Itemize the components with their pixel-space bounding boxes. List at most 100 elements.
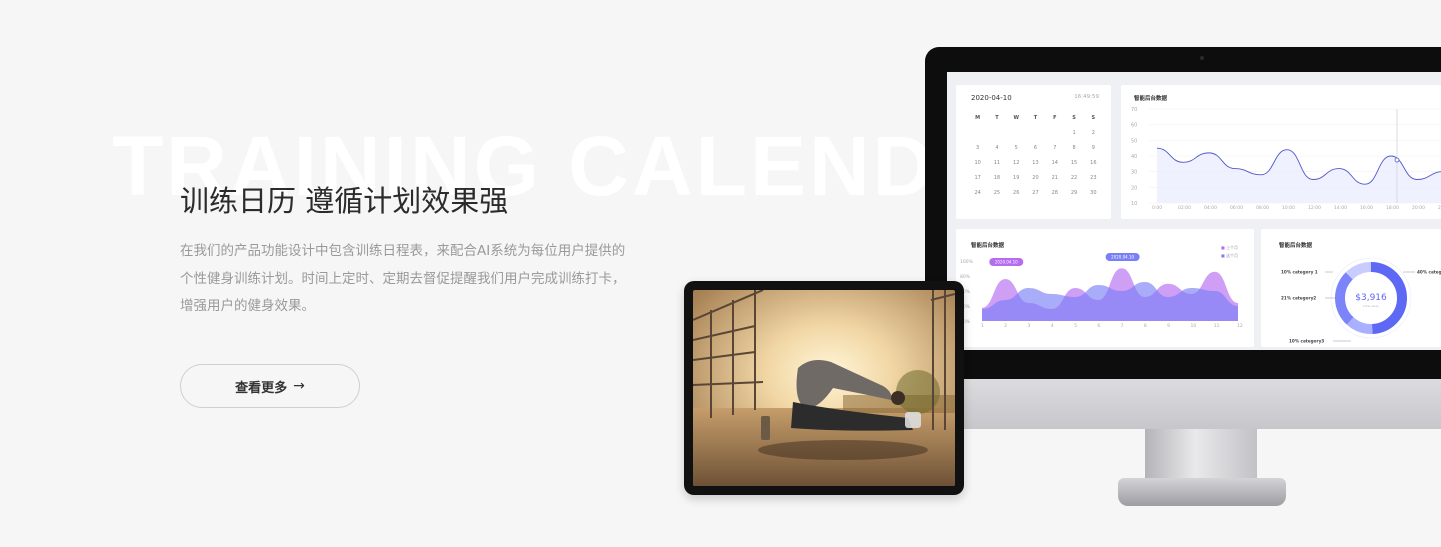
x-tick-label: 08:00: [1256, 205, 1269, 211]
area-chart: 100%80%60%40%20%1 2 3 4 5 6 7 8 9 10 11 122020.04.1…: [960, 253, 1243, 329]
weekday-header: S: [1072, 115, 1076, 121]
donut-center-value: $3,916: [1355, 293, 1387, 303]
calendar-day: [1045, 130, 1064, 136]
x-tick-label: 5: [1074, 323, 1077, 329]
calendar-day[interactable]: 30: [1084, 190, 1103, 196]
calendar-day[interactable]: 19: [1007, 175, 1026, 181]
weekday-header: S: [1091, 115, 1096, 121]
page-title: 训练日历 遵循计划效果强: [180, 184, 509, 218]
monitor-neck: [1145, 429, 1257, 481]
calendar-day[interactable]: 2: [1084, 130, 1103, 136]
area-tooltip-label: 2020.04.10: [1111, 255, 1134, 260]
calendar-time: 16:49:59: [1074, 94, 1099, 100]
calendar-day[interactable]: 14: [1045, 160, 1064, 166]
y-tick-label: 40: [1131, 154, 1137, 160]
x-tick-label: 2: [1004, 323, 1007, 329]
x-tick-label: 18:00: [1386, 205, 1399, 211]
x-tick-label: 06:00: [1230, 205, 1243, 211]
x-tick-label: 12: [1237, 323, 1243, 329]
calendar-day[interactable]: 26: [1007, 190, 1026, 196]
monitor: 2020-04-10 16:49:59 M T W T F S S 1 2 3 4 5 6 7 8 9 10 11…: [925, 47, 1441, 379]
calendar-day[interactable]: 27: [1026, 190, 1045, 196]
x-tick-label: 11: [1214, 323, 1220, 329]
calendar-day[interactable]: 29: [1064, 190, 1083, 196]
x-tick-label: 3: [1028, 323, 1031, 329]
calendar-day[interactable]: 11: [987, 160, 1006, 166]
x-tick-label: 6: [1097, 323, 1100, 329]
calendar-day[interactable]: 1: [1064, 130, 1083, 136]
area-chart-card: 智能后台数据 ■ 上个月 ■ 这个月 100% 80% 60% 40% 20% 1 2 3 4 5…: [956, 229, 1254, 347]
calendar-day[interactable]: 22: [1064, 175, 1083, 181]
y-tick-label: 100%: [960, 259, 974, 265]
calendar-day[interactable]: 5: [1007, 145, 1026, 151]
calendar-day[interactable]: 20: [1026, 175, 1045, 181]
line-chart-card: 智能后台数据 10 20 30 40 50 60 70 0:00 02:00 04:00 06:00…: [1121, 85, 1441, 219]
donut-slice: [1345, 262, 1372, 280]
monitor-chin: [925, 379, 1441, 429]
tablet: [684, 281, 964, 495]
hover-point: [1394, 157, 1400, 163]
area-tooltip-label: 2020.04.10: [995, 260, 1018, 265]
calendar-day[interactable]: 8: [1064, 145, 1083, 151]
line-area-fill: [1157, 148, 1441, 203]
dashboard-screen: 2020-04-10 16:49:59 M T W T F S S 1 2 3 4 5 6 7 8 9 10 11…: [947, 72, 1441, 350]
donut-slice: [1335, 272, 1354, 325]
calendar-day[interactable]: 18: [987, 175, 1006, 181]
x-tick-label: 10: [1190, 323, 1196, 329]
calendar-day[interactable]: 3: [968, 145, 987, 151]
x-tick-label: 7: [1121, 323, 1124, 329]
calendar-day: [1026, 130, 1045, 136]
weekday-header: M: [975, 115, 981, 121]
x-tick-label: 14:00: [1334, 205, 1347, 211]
stretching-photo: [693, 290, 955, 486]
calendar-day[interactable]: 4: [987, 145, 1006, 151]
calendar-day[interactable]: 13: [1026, 160, 1045, 166]
arrow-right-icon: →: [293, 378, 305, 394]
weekday-header: T: [995, 115, 999, 121]
donut-label: 10% category3: [1289, 339, 1324, 344]
calendar-day: [968, 130, 987, 136]
y-tick-label: 20: [1131, 185, 1137, 191]
calendar-day: [987, 130, 1006, 136]
x-tick-label: 10:00: [1282, 205, 1295, 211]
calendar-day[interactable]: 28: [1045, 190, 1064, 196]
donut-center-sub: total sales: [1363, 304, 1379, 308]
donut-chart-card: 智能后台数据 $3,916 total sales 10% category 1 21…: [1261, 229, 1441, 347]
weekday-header: T: [1033, 115, 1038, 121]
calendar-day[interactable]: 12: [1007, 160, 1026, 166]
calendar-day[interactable]: 15: [1064, 160, 1083, 166]
donut-label: 21% category2: [1281, 296, 1316, 301]
x-tick-label: 12:00: [1308, 205, 1321, 211]
calendar-card: 2020-04-10 16:49:59 M T W T F S S 1 2 3 4 5 6 7 8 9 10 11…: [956, 85, 1111, 219]
view-more-label: 查看更多: [235, 380, 288, 396]
weekday-header: W: [1013, 115, 1019, 121]
calendar-day[interactable]: 17: [968, 175, 987, 181]
weekday-header: F: [1053, 115, 1057, 121]
camera-dot: [1200, 56, 1204, 60]
calendar-day[interactable]: 25: [987, 190, 1006, 196]
x-tick-label: 20:00: [1412, 205, 1425, 211]
calendar-day[interactable]: 23: [1084, 175, 1103, 181]
donut-label: 40% category: [1417, 270, 1441, 275]
y-tick-label: 50: [1131, 138, 1137, 144]
calendar-date: 2020-04-10: [971, 94, 1012, 102]
view-more-button[interactable]: 查看更多 →: [180, 364, 360, 408]
calendar-day[interactable]: 6: [1026, 145, 1045, 151]
monitor-foot: [1118, 478, 1286, 506]
donut-chart: $3,916total sales 10% category 1 21% categ…: [1281, 257, 1441, 344]
calendar-day[interactable]: 21: [1045, 175, 1064, 181]
x-tick-label: 0:00: [1152, 205, 1162, 211]
calendar-day[interactable]: 7: [1045, 145, 1064, 151]
calendar-day: [1007, 130, 1026, 136]
calendar-day[interactable]: 24: [968, 190, 987, 196]
calendar-day[interactable]: 16: [1084, 160, 1103, 166]
x-tick-label: 1: [981, 323, 984, 329]
calendar-day[interactable]: 10: [968, 160, 987, 166]
x-tick-label: 04:00: [1204, 205, 1217, 211]
description-text: 在我们的产品功能设计中包含训练日程表，来配合AI系统为每位用户提供的个性健身训练…: [180, 243, 626, 314]
y-tick-label: 60: [1131, 123, 1137, 129]
y-tick-label: 30: [1131, 170, 1137, 176]
calendar-day[interactable]: 9: [1084, 145, 1103, 151]
x-tick-label: 16:00: [1360, 205, 1373, 211]
x-tick-label: 02:00: [1178, 205, 1191, 211]
